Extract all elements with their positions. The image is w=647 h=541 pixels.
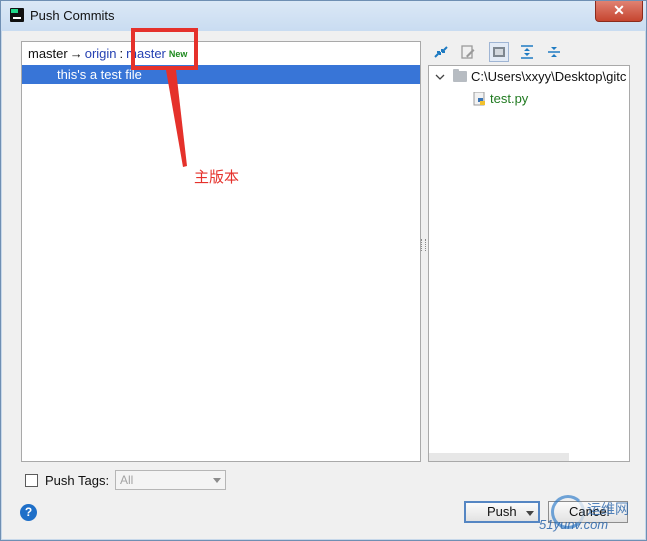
remote-branch[interactable]: master bbox=[126, 46, 166, 61]
push-button[interactable]: Push bbox=[464, 501, 540, 523]
push-dropdown-arrow-icon[interactable] bbox=[526, 511, 534, 516]
remote-name[interactable]: origin bbox=[85, 46, 117, 61]
dropdown-arrow-icon bbox=[213, 478, 221, 483]
push-tags-checkbox[interactable] bbox=[25, 474, 38, 487]
commits-panel: master → origin: master New this's a test fi… bbox=[21, 41, 421, 462]
push-tags-label: Push Tags: bbox=[45, 473, 110, 488]
expand-all-icon[interactable] bbox=[517, 42, 537, 62]
edit-source-icon[interactable] bbox=[458, 42, 478, 62]
title-bar: Push Commits ✕ bbox=[1, 1, 646, 31]
tags-select-value: All bbox=[120, 473, 134, 487]
expand-icon[interactable] bbox=[431, 42, 451, 62]
chevron-down-icon[interactable] bbox=[434, 68, 446, 86]
tree-root-node[interactable]: C:\Users\xxyy\Desktop\gitc bbox=[429, 68, 627, 86]
cancel-button[interactable]: Cancel bbox=[548, 501, 628, 523]
file-name: test.py bbox=[490, 91, 529, 106]
branch-row[interactable]: master → origin: master New bbox=[28, 45, 187, 63]
new-badge: New bbox=[168, 49, 188, 59]
commit-row[interactable]: this's a test file bbox=[22, 65, 420, 84]
push-button-label: Push bbox=[487, 504, 517, 519]
root-path: C:\Users\xxyy\Desktop\gitc bbox=[471, 69, 627, 84]
branch-separator: : bbox=[119, 46, 124, 61]
changed-files-tree: C:\Users\xxyy\Desktop\gitc test.py bbox=[428, 65, 630, 462]
window-title: Push Commits bbox=[30, 8, 115, 23]
pycharm-app-icon bbox=[10, 8, 24, 22]
panel-splitter[interactable] bbox=[421, 239, 426, 251]
group-by-directory-icon[interactable] bbox=[489, 42, 509, 62]
push-commits-dialog: Push Commits ✕ master → origin: master New t… bbox=[0, 0, 647, 541]
tree-file-node[interactable]: test.py bbox=[429, 90, 627, 108]
push-arrow-icon: → bbox=[69, 46, 83, 61]
local-branch: master bbox=[28, 46, 68, 61]
help-button[interactable]: ? bbox=[20, 504, 37, 521]
python-file-icon bbox=[473, 92, 485, 106]
close-button[interactable]: ✕ bbox=[595, 1, 643, 22]
collapse-all-icon[interactable] bbox=[544, 42, 564, 62]
folder-icon bbox=[453, 69, 467, 82]
annotation-label: 主版本 bbox=[194, 169, 240, 186]
cancel-button-label: Cancel bbox=[569, 504, 610, 519]
horizontal-scrollbar[interactable] bbox=[429, 453, 569, 461]
tags-select: All bbox=[115, 470, 226, 490]
files-toolbar bbox=[429, 40, 629, 64]
commit-message: this's a test file bbox=[57, 67, 142, 82]
